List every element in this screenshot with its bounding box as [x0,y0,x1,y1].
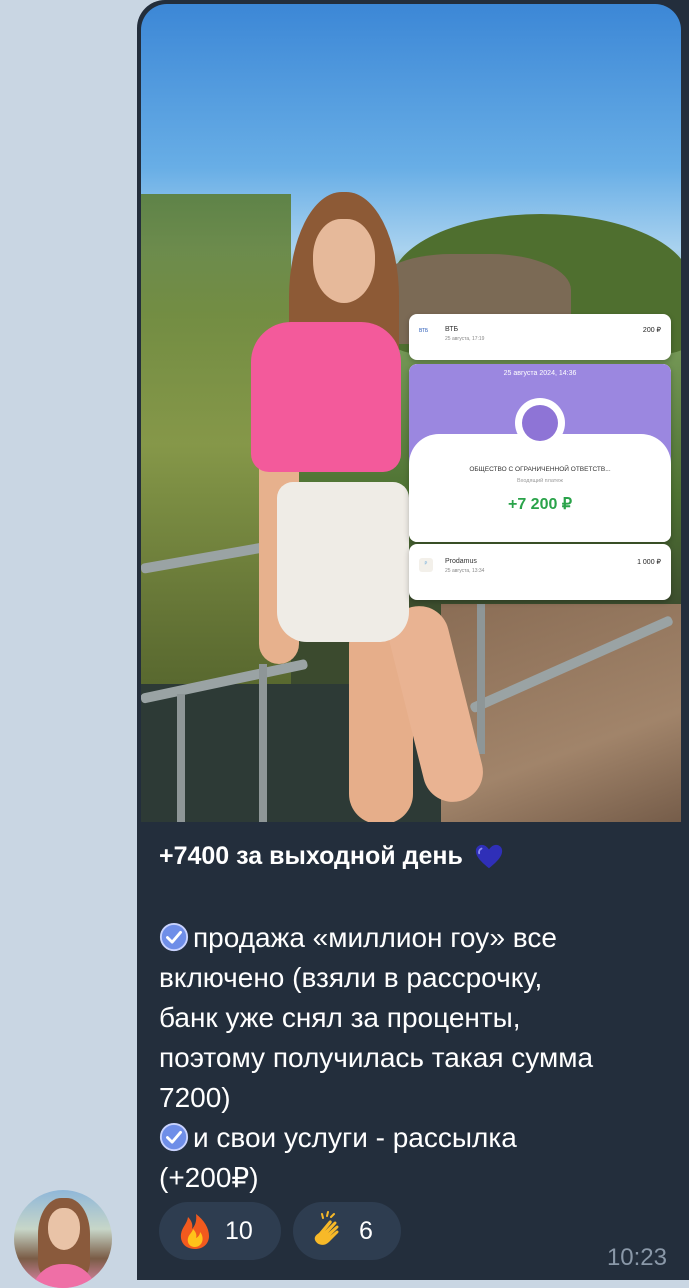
message-line-text: и свои услуги - рассылка [193,1122,517,1153]
photo-person-top [251,322,401,472]
payment-body: ОБЩЕСТВО С ОГРАНИЧЕННОЙ ОТВЕТСТВ... Вход… [409,434,671,542]
message-bubble: ВТБ ВТБ 200 ₽ 25 августа, 17:19 25 авгус… [137,0,689,1280]
clap-icon [314,1211,339,1245]
photo-post [259,664,267,822]
payment-date: 25 августа, 17:19 [445,336,485,342]
payment-amount: +7 200 ₽ [507,496,572,513]
reaction-fire[interactable]: 10 [159,1202,281,1260]
reaction-count: 6 [359,1216,373,1245]
photo-post [477,604,485,754]
message-line: 7200) [159,1082,231,1113]
message-title-text: +7400 за выходной день [159,842,463,870]
reaction-count: 10 [225,1216,253,1245]
photo-post [177,694,185,822]
message-line: и свои услуги - рассылка [159,1118,679,1158]
avatar-face [48,1208,80,1250]
message-line: (+200₽) [159,1162,259,1193]
payment-date: 25 августа 2024, 14:36 [503,370,577,377]
check-icon [159,1122,189,1152]
check-icon [159,922,189,952]
payment-org: ОБЩЕСТВО С ОГРАНИЧЕННОЙ ОТВЕТСТВ... [469,466,611,473]
photo-person-shorts [277,482,409,642]
fire-icon [180,1214,209,1249]
message-line: поэтому получилась такая сумма [159,1042,594,1073]
message-line-text: продажа «миллион гоу» все [193,922,557,953]
payment-card-prodamus: ᴾ Prodamus 1 000 ₽ 25 августа, 13:34 [409,544,671,600]
message-title: +7400 за выходной день [159,842,669,872]
message-photo[interactable]: ВТБ ВТБ 200 ₽ 25 августа, 17:19 25 авгус… [141,4,681,822]
payment-amount: 200 ₽ [642,327,661,334]
payment-row: ВТБ ВТБ 200 ₽ 25 августа, 17:19 [419,326,661,342]
blue-heart-icon [475,845,502,869]
payment-date: 25 августа, 13:34 [445,568,485,574]
payment-kind: Входящий платеж [517,478,563,484]
message-line: продажа «миллион гоу» все [159,918,679,958]
vtb-logo-icon: ВТБ [419,328,429,334]
payment-card-vtb: ВТБ ВТБ 200 ₽ 25 августа, 17:19 [409,314,671,360]
message-line: банк уже снял за проценты, [159,1002,521,1033]
message-time: 10:23 [606,1244,667,1271]
message-body: продажа «миллион гоу» все включено (взял… [159,918,679,1198]
sender-avatar[interactable] [14,1190,112,1288]
photo-person-face [313,219,375,303]
payment-name: Prodamus [445,558,477,565]
payment-row: Prodamus 1 000 ₽ 25 августа, 13:34 [419,558,661,574]
reaction-clap[interactable]: 6 [293,1202,401,1260]
message-line: включено (взяли в рассрочку, [159,962,543,993]
payment-card-main: 25 августа 2024, 14:36 ОБЩЕСТВО С ОГРАНИ… [409,364,671,542]
payment-amount: 1 000 ₽ [637,559,661,566]
people-icon [515,398,565,448]
